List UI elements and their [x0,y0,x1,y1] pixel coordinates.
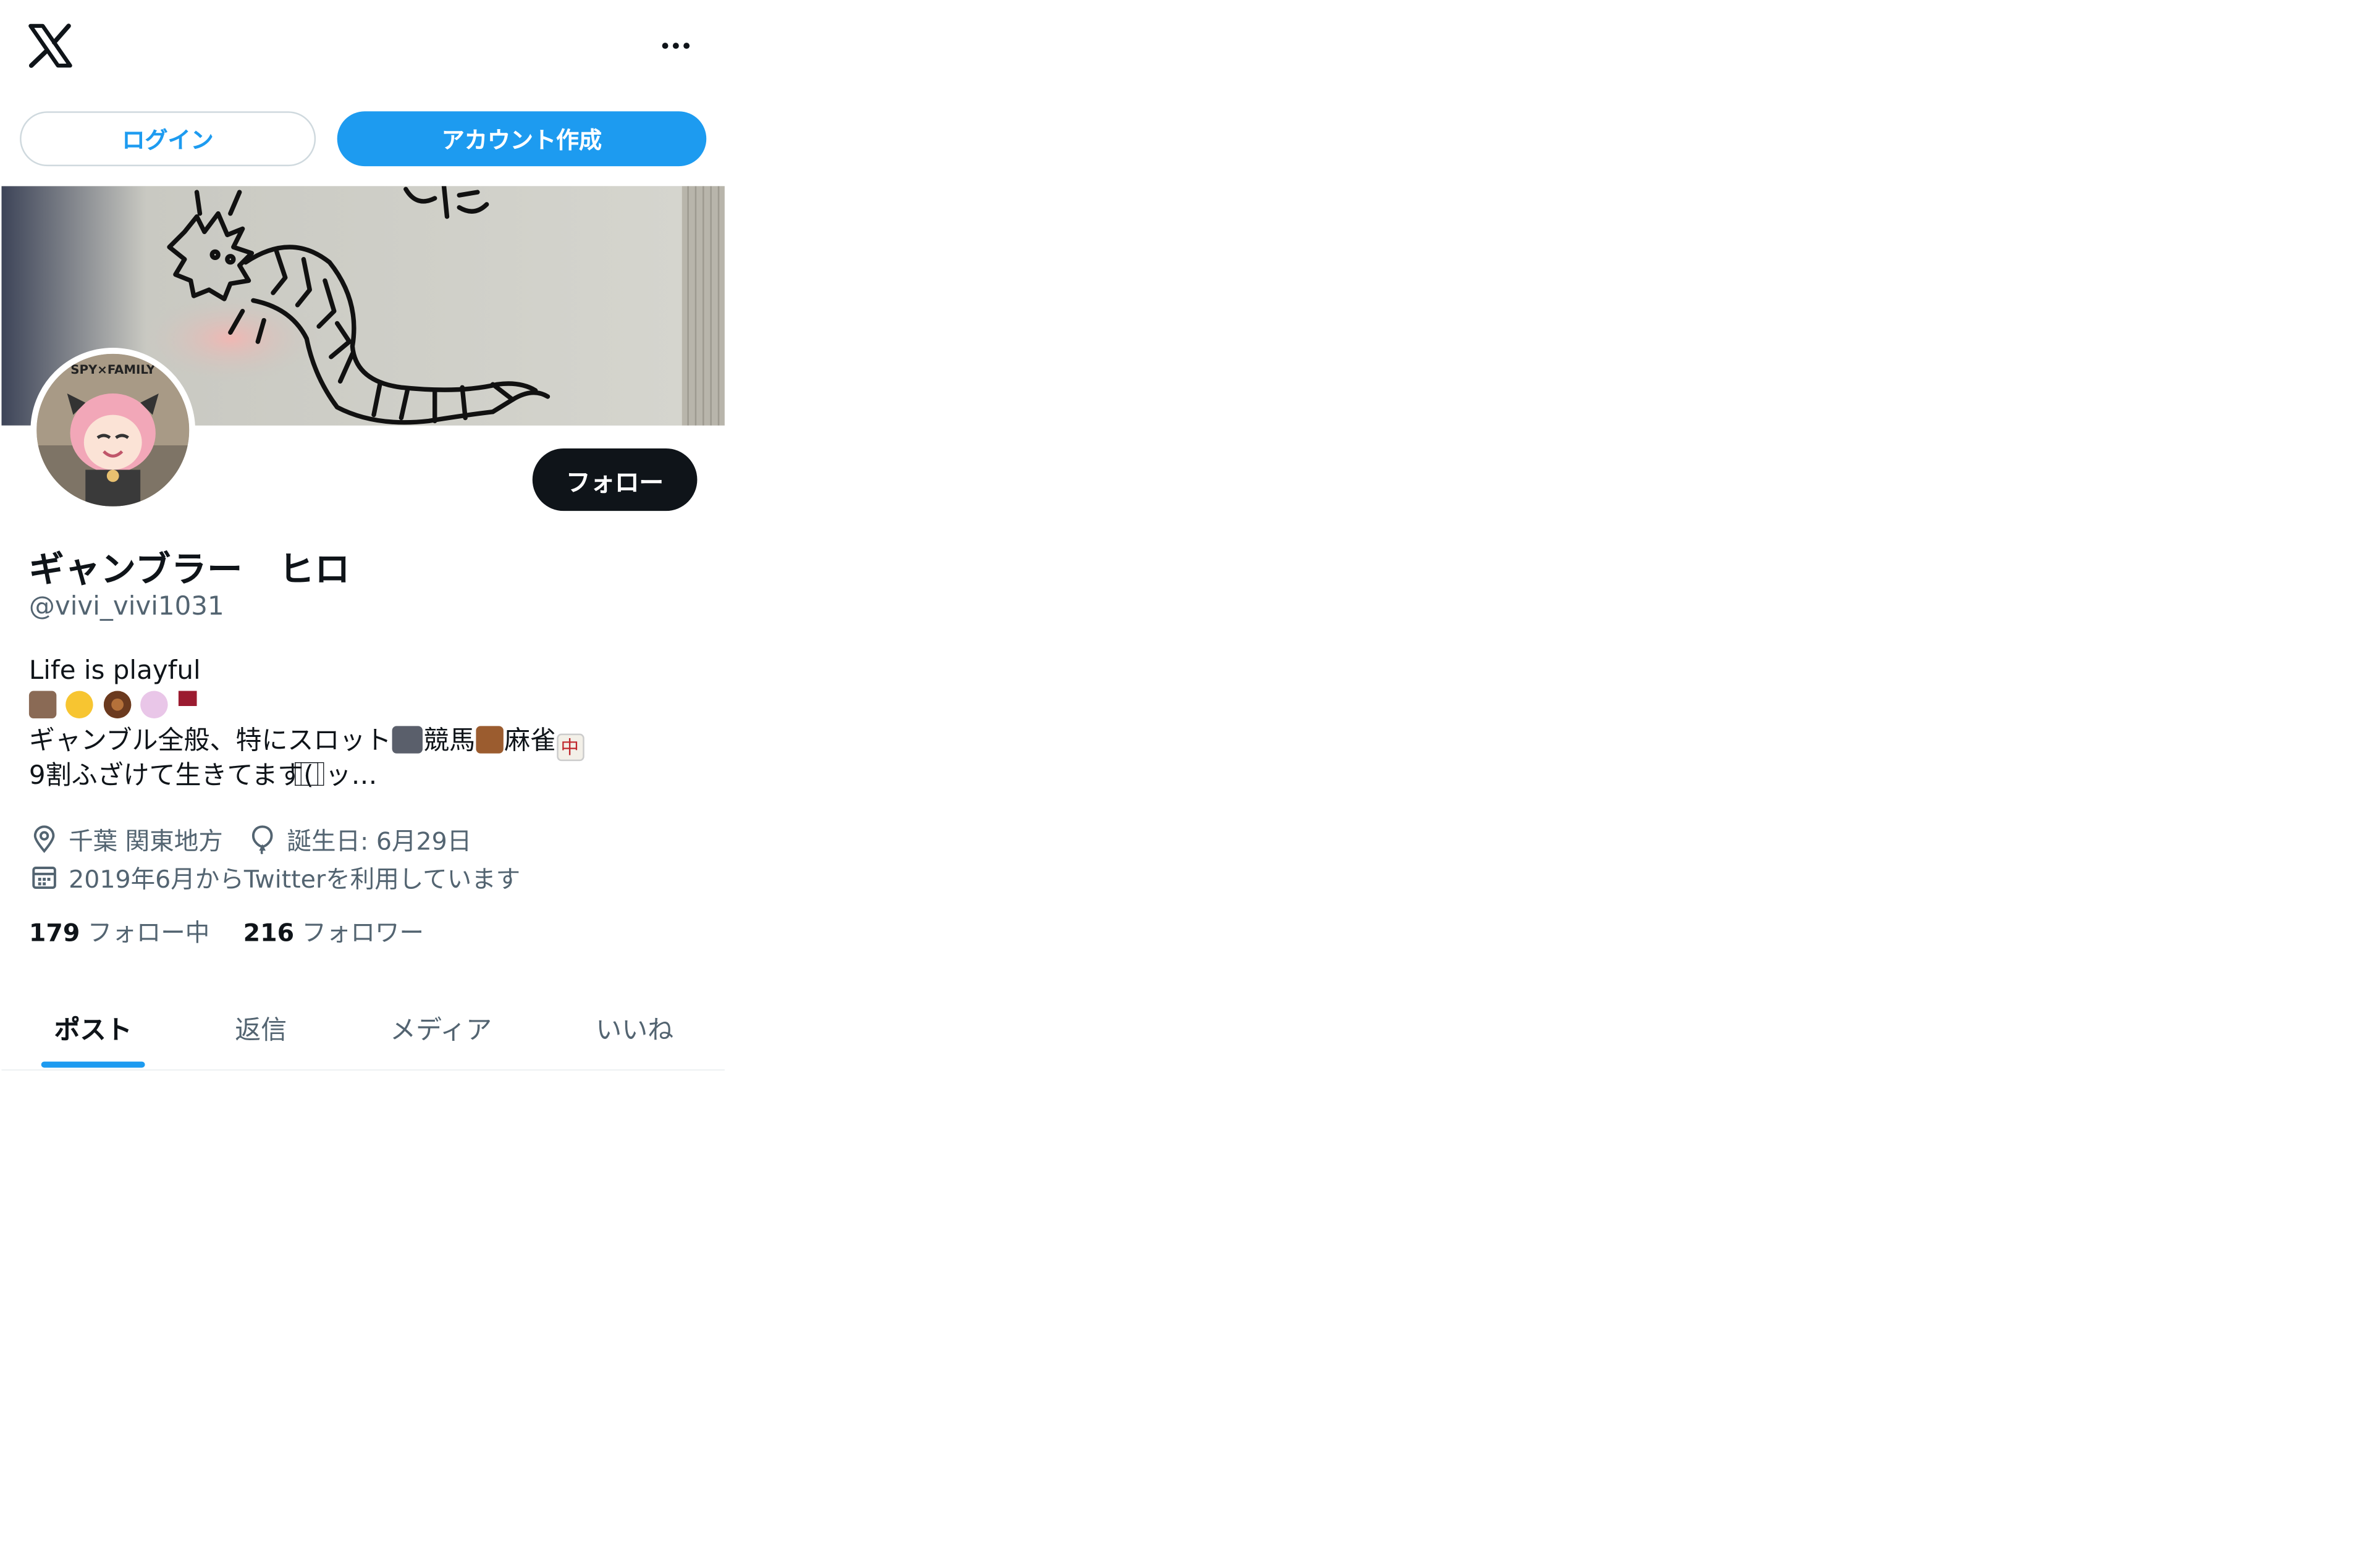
profile-tabs: ポスト 返信 メディア いいね [1,985,725,1071]
profile-bio: Life is playful ギャンブル全般、特にスロット 競馬 麻雀中 9割ふざ… [28,654,585,794]
following-label: フォロー中 [87,918,210,948]
slot-machine-emoji-icon [391,726,422,754]
calendar-icon [29,862,59,892]
profile-meta-row-1: 千葉 関東地方 誕生日: 6月29日 [29,820,471,857]
tab-media-label: メディア [390,1015,492,1046]
horse-racing-emoji-icon [475,726,503,754]
bio-emoji-line [28,689,585,725]
doughnut-emoji-icon [103,691,131,718]
tab-likes[interactable]: いいね [545,985,725,1069]
create-account-button[interactable]: アカウント作成 [337,111,707,167]
location-text: 千葉 関東地方 [69,826,223,856]
joined-date-text: 2019年6月からTwitterを利用しています [69,865,521,894]
tab-likes-label: いいね [596,1015,674,1046]
tab-media[interactable]: メディア [337,985,545,1069]
bio-line-3: ギャンブル全般、特にスロット 競馬 麻雀中 [29,725,585,762]
tab-posts[interactable]: ポスト [1,985,184,1069]
balloon-icon [247,823,277,855]
followers-count-link[interactable]: 216 フォロワー [243,912,424,949]
tab-replies-label: 返信 [235,1015,287,1046]
birthday-text: 誕生日: 6月29日 [287,826,472,856]
x-logo-icon[interactable] [26,22,75,70]
following-count-link[interactable]: 179 フォロー中 [29,912,209,949]
active-tab-indicator [41,1061,145,1068]
avatar-logo-text: SPY×FAMILY [70,363,156,377]
location-icon [29,823,59,854]
display-name: ギャンブラー ヒロ [28,550,351,591]
followers-count: 216 [243,918,295,948]
following-count: 179 [28,918,80,948]
chick-emoji-icon [66,691,94,718]
lollipop-emoji-icon [140,691,169,718]
more-horizontal-icon[interactable] [653,27,699,64]
user-handle: @vivi_vivi1031 [28,592,224,623]
login-button[interactable]: ログイン [20,111,316,167]
follow-counts: 179 フォロー中 216 フォロワー [29,912,424,949]
profile-avatar[interactable]: SPY×FAMILY [30,347,196,513]
tab-posts-label: ポスト [54,1015,132,1046]
profile-meta-row-2: 2019年6月からTwitterを利用しています [29,859,520,895]
bio-line-4: 9割ふざけて生きてます( ⃞⃞ ⃞ッ… [28,761,378,792]
followers-label: フォロワー [302,918,424,948]
bio-line-1: Life is playful [28,655,201,687]
follow-button[interactable]: フォロー [532,448,698,511]
sloth-emoji-icon [28,691,57,718]
mahjong-tile-icon: 中 [556,733,584,762]
wine-glass-emoji-icon [177,691,196,718]
tab-replies[interactable]: 返信 [185,985,337,1069]
